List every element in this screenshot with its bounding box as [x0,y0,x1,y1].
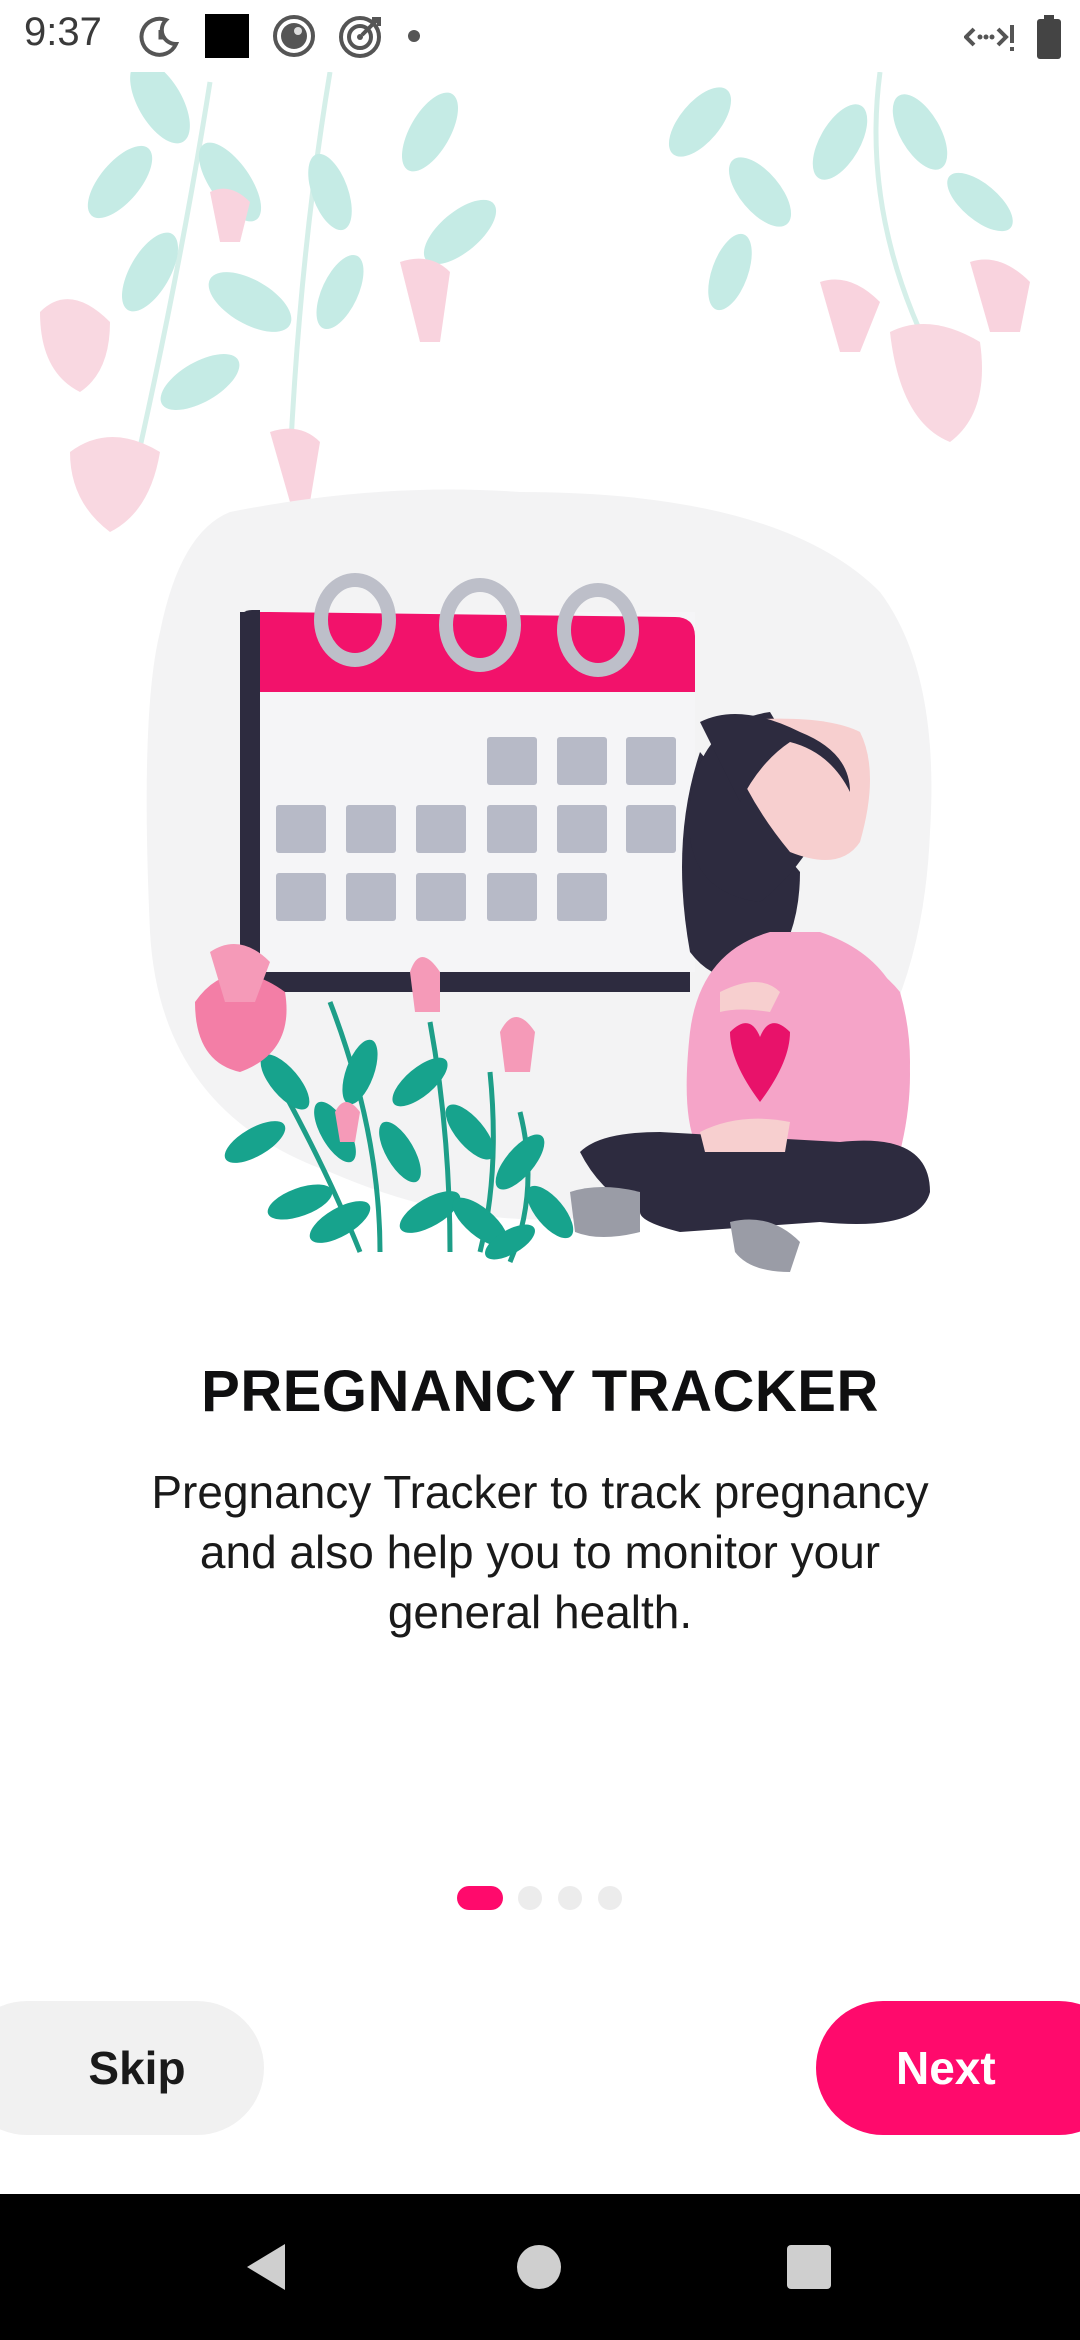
recents-icon [787,2245,831,2289]
dot-icon [408,30,420,42]
record-circle-icon [273,15,315,57]
onboarding-illustration [40,72,1030,1272]
status-icons-right [964,12,1062,62]
back-icon [247,2244,285,2290]
page-dot-active [457,1886,503,1910]
onboarding-title: PREGNANCY TRACKER [201,1359,879,1424]
back-button[interactable] [206,2194,326,2340]
home-icon [517,2245,561,2289]
skip-button-label: Skip [88,2042,186,2094]
status-bar: 9:37 [0,0,1080,72]
target-icon [339,16,381,58]
page-dot [518,1886,542,1910]
data-arrows-icon [964,25,1014,51]
page-dot [558,1886,582,1910]
recents-button[interactable] [749,2194,869,2340]
skip-button[interactable]: Skip [0,2001,264,2135]
battery-icon [1037,15,1061,59]
black-square-icon [205,14,249,58]
status-icons-left [138,10,422,62]
page-dot [598,1886,622,1910]
home-button[interactable] [479,2194,599,2340]
navigation-bar [0,2194,1080,2340]
moon-clock-icon [139,16,180,57]
status-time: 9:37 [24,10,102,54]
onboarding-description: Pregnancy Tracker to track pregnancy and… [151,1466,929,1638]
next-button[interactable]: Next [816,2001,1080,2135]
next-button-label: Next [896,2042,996,2094]
calendar-illustration [240,573,695,992]
foliage-decoration [40,72,1030,532]
page-indicator [0,1882,1080,1912]
